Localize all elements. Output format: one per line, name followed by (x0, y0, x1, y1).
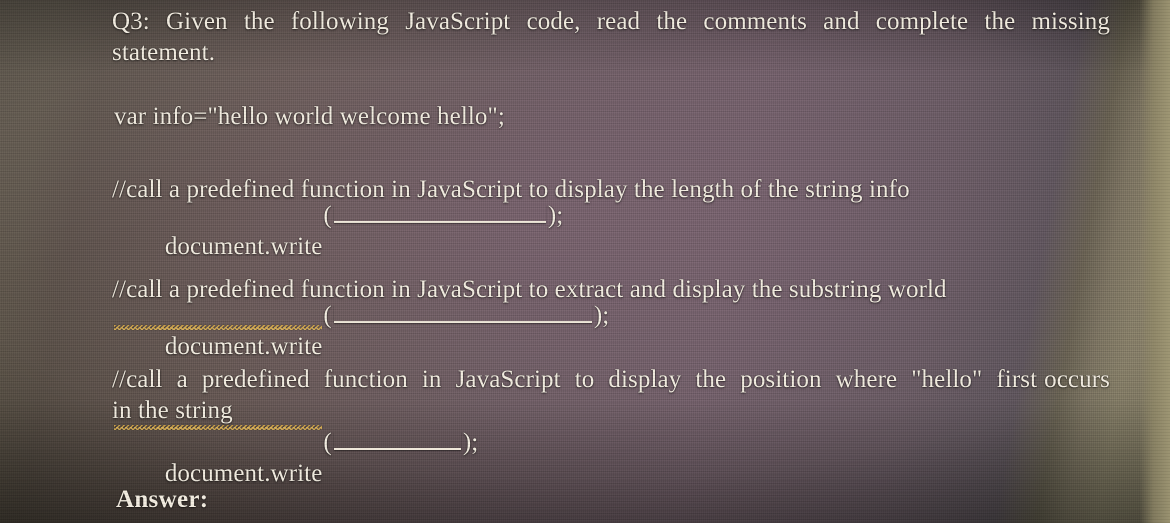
close-paren-semicolon-2: ); (593, 302, 610, 329)
open-paren-3: ( (323, 429, 332, 456)
document-body: Q3: Given the following JavaScript code,… (112, 0, 1112, 523)
open-paren-1: ( (323, 202, 332, 229)
close-paren-semicolon-1: ); (547, 202, 564, 229)
answer-blank-1[interactable] (333, 205, 546, 223)
question-text: Q3: Given the following JavaScript code,… (112, 8, 1110, 66)
close-paren-semicolon-3: ); (462, 429, 479, 456)
answer-blank-3[interactable] (333, 432, 461, 450)
open-paren-2: ( (323, 302, 332, 329)
document-write-label-2: document.write (164, 333, 323, 360)
comment-line-3: //call a predefined function in JavaScri… (112, 366, 1110, 424)
comment-block-3: //call a predefined function in JavaScri… (112, 364, 1110, 426)
photo-of-screen: Q3: Given the following JavaScript code,… (0, 0, 1170, 523)
question-paragraph: Q3: Given the following JavaScript code,… (112, 6, 1110, 68)
answer-blank-2[interactable] (333, 305, 592, 323)
answer-label: Answer: (116, 486, 209, 513)
document-write-label-3: document.write (164, 460, 323, 487)
variable-declaration-line: var info="hello world welcome hello"; (114, 103, 505, 130)
document-write-label-1: document.write (164, 233, 323, 260)
